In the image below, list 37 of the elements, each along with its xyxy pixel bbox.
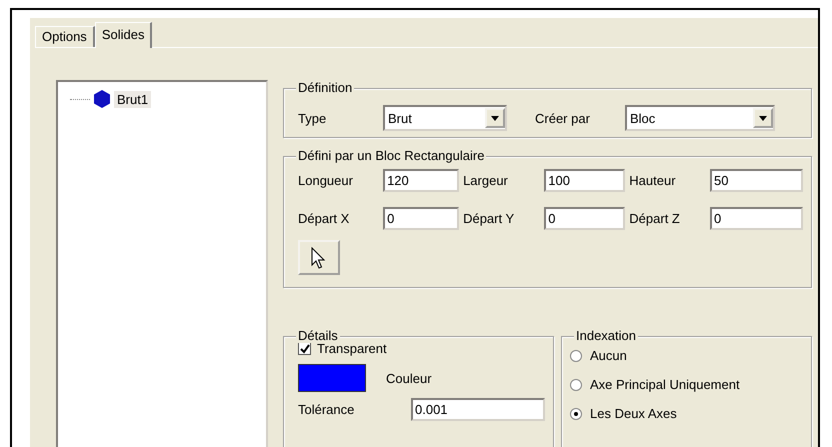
hexagon-icon [94, 90, 110, 108]
field-label: Tolérance [298, 402, 356, 417]
input-field[interactable]: 50 [710, 169, 803, 192]
tab[interactable]: Solides [94, 22, 152, 48]
type-dropdown[interactable]: Brut [383, 105, 507, 131]
create-by-dropdown[interactable]: Bloc [625, 105, 775, 131]
input-field[interactable]: 0 [383, 207, 460, 230]
field-label: Type [298, 110, 328, 126]
checkbox-label: Transparent [317, 341, 387, 356]
field-label: Hauteur [629, 173, 677, 188]
color-label: Couleur [386, 370, 432, 386]
radio-button[interactable] [570, 350, 582, 362]
color-swatch[interactable] [298, 364, 366, 392]
field-label: Départ X [298, 211, 350, 226]
field-label: Départ Z [629, 211, 681, 226]
group-title: Détails [296, 328, 340, 343]
pointer-button[interactable] [298, 240, 340, 275]
field-label: Longueur [298, 173, 354, 188]
radio-button[interactable] [570, 408, 582, 420]
radio-label: Aucun [590, 348, 627, 363]
group-title: Défini par un Bloc Rectangulaire [296, 148, 486, 163]
radio-button[interactable] [570, 378, 582, 390]
field-label: Départ Y [463, 211, 516, 226]
radio-label: Axe Principal Uniquement [590, 377, 740, 392]
tree-item[interactable]: Brut1 [114, 90, 152, 108]
field-label: Créer par [534, 110, 591, 126]
input-field[interactable]: 0 [710, 207, 803, 230]
input-field[interactable]: 120 [383, 169, 460, 192]
group-title: Indexation [574, 328, 638, 343]
checkbox[interactable] [298, 342, 311, 355]
field-label: Largeur [463, 173, 509, 188]
input-field[interactable]: 0.001 [411, 398, 545, 421]
cursor-icon [311, 246, 327, 268]
input-field[interactable]: 100 [544, 169, 626, 192]
input-field[interactable]: 0 [544, 207, 626, 230]
radio-label: Les Deux Axes [590, 406, 677, 421]
group-title: Définition [296, 80, 354, 95]
